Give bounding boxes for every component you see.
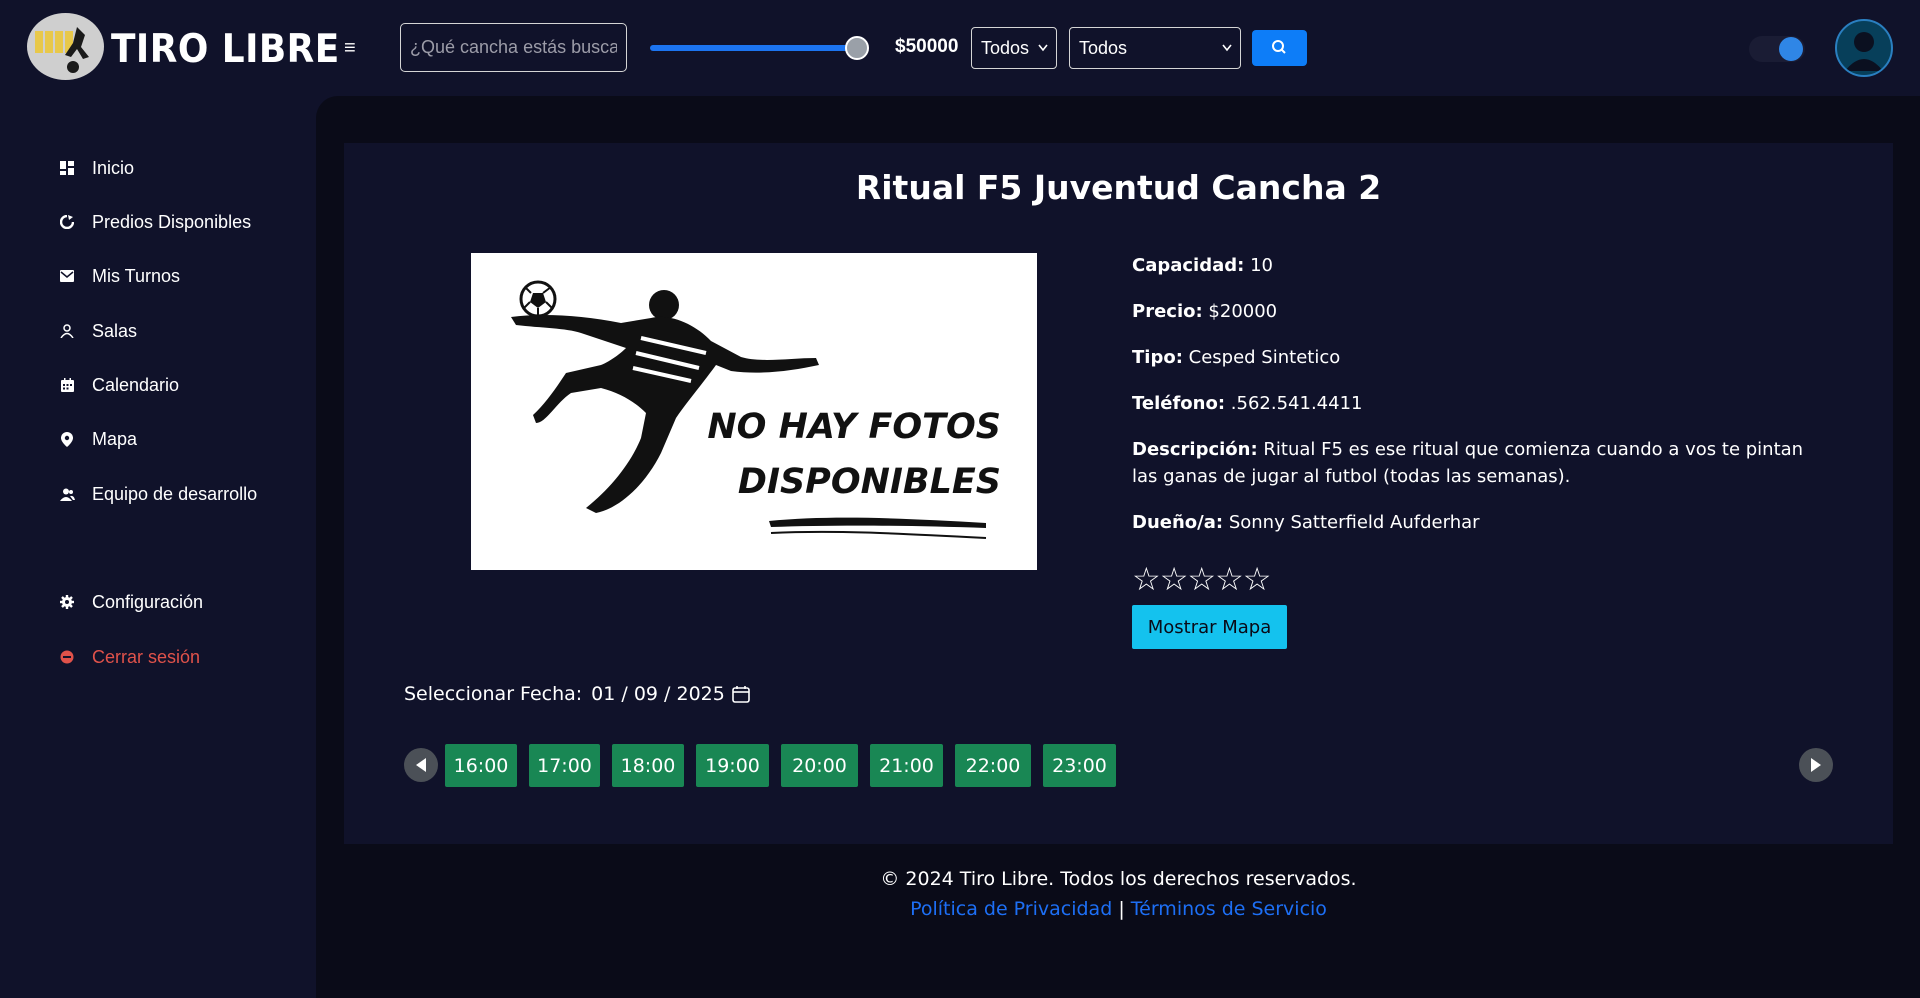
sidebar-item-label: Calendario [92, 374, 180, 395]
prev-slots-button[interactable] [404, 748, 438, 782]
tipo-value: Cesped Sintetico [1188, 347, 1341, 368]
info-capacidad: Capacidad: 10 [1132, 252, 1832, 279]
time-slot[interactable]: 20:00 [781, 744, 858, 787]
time-slot[interactable]: 16:00 [445, 744, 517, 787]
chevron-left-icon [416, 758, 426, 772]
envelope-icon [59, 268, 75, 284]
sidebar-item-label: Predios Disponibles [92, 211, 252, 232]
time-slot[interactable]: 22:00 [955, 744, 1031, 787]
map-pin-icon [59, 431, 75, 447]
rating-stars[interactable]: ☆☆☆☆☆ [1132, 560, 1271, 598]
sidebar-item-label: Cerrar sesión [92, 646, 201, 667]
time-slot[interactable]: 21:00 [870, 744, 943, 787]
info-telefono: Teléfono: .562.541.4411 [1132, 390, 1832, 417]
info-dueno: Dueño/a: Sonny Satterfield Aufderhar [1132, 509, 1832, 536]
dueno-value: Sonny Satterfield Aufderhar [1228, 512, 1480, 533]
page-title: Ritual F5 Juventud Cancha 2 [855, 168, 1382, 207]
info-precio: Precio: $20000 [1132, 298, 1832, 325]
team-icon [59, 486, 75, 502]
time-slot[interactable]: 17:00 [529, 744, 600, 787]
brand-logo[interactable]: TIRO LIBRE [27, 13, 339, 83]
sidebar-item-label: Mapa [92, 428, 138, 449]
chevron-down-icon [1222, 28, 1232, 84]
date-label: Seleccionar Fecha: [404, 683, 583, 705]
telefono-label: Teléfono: [1132, 393, 1226, 414]
time-slot[interactable]: 18:00 [612, 744, 684, 787]
info-tipo: Tipo: Cesped Sintetico [1132, 344, 1832, 371]
footer-links: Política de Privacidad | Términos de Ser… [344, 898, 1893, 920]
footer-copyright: © 2024 Tiro Libre. Todos los derechos re… [880, 868, 1357, 890]
filter-select-1-value: Todos [981, 38, 1030, 58]
next-slots-button[interactable] [1799, 748, 1833, 782]
dashboard-icon [59, 160, 75, 176]
top-bar: TIRO LIBRE ≡ $50000 Todos Todos [0, 0, 1920, 96]
terms-link[interactable]: Términos de Servicio [1131, 898, 1327, 920]
sidebar-item-inicio[interactable]: Inicio [59, 150, 134, 186]
capacidad-label: Capacidad: [1132, 255, 1245, 276]
capacidad-value: 10 [1250, 255, 1273, 276]
date-selector: Seleccionar Fecha: 01 / 09 / 2025 [404, 683, 750, 705]
user-avatar[interactable] [1835, 19, 1893, 77]
privacy-link[interactable]: Política de Privacidad [910, 898, 1112, 920]
time-slot[interactable]: 23:00 [1043, 744, 1116, 787]
theme-toggle-knob [1779, 37, 1803, 61]
sidebar-item-predios[interactable]: Predios Disponibles [59, 204, 251, 240]
search-icon [1272, 40, 1286, 54]
user-icon [1845, 32, 1883, 71]
sidebar-item-label: Equipo de desarrollo [92, 483, 258, 504]
calendar-icon[interactable] [732, 685, 750, 703]
calendar-icon [59, 377, 75, 393]
time-slot[interactable]: 19:00 [696, 744, 769, 787]
person-icon [59, 323, 75, 339]
filter-select-1[interactable]: Todos [971, 27, 1057, 69]
precio-value: $20000 [1208, 301, 1278, 322]
hamburger-icon[interactable]: ≡ [344, 34, 364, 62]
info-descripcion: Descripción: Ritual F5 es ese ritual que… [1132, 436, 1832, 490]
brand-name: TIRO LIBRE [111, 27, 340, 72]
price-slider-thumb[interactable] [845, 36, 869, 60]
precio-label: Precio: [1132, 301, 1203, 322]
sidebar-item-equipo[interactable]: Equipo de desarrollo [59, 476, 257, 512]
price-slider-track[interactable] [650, 45, 856, 51]
court-info: Capacidad: 10 Precio: $20000 Tipo: Cespe… [1132, 252, 1832, 555]
theme-toggle[interactable] [1749, 36, 1805, 62]
footer: © 2024 Tiro Libre. Todos los derechos re… [344, 868, 1893, 920]
filter-select-2-value: Todos [1079, 38, 1128, 58]
search-button[interactable] [1252, 30, 1307, 66]
chevron-right-icon [1811, 758, 1821, 772]
telefono-value: .562.541.4411 [1230, 393, 1363, 414]
sidebar-item-mis-turnos[interactable]: Mis Turnos [59, 258, 180, 294]
search-input[interactable] [400, 23, 627, 72]
gear-icon [59, 594, 75, 610]
show-map-button[interactable]: Mostrar Mapa [1132, 605, 1287, 649]
sidebar-item-configuracion[interactable]: Configuración [59, 584, 203, 620]
no-photos-text-line1: NO HAY FOTOS [707, 407, 1001, 447]
date-input[interactable]: 01 / 09 / 2025 [591, 683, 725, 705]
sidebar-item-mapa[interactable]: Mapa [59, 421, 137, 457]
logo-emblem [27, 13, 104, 80]
tipo-label: Tipo: [1132, 347, 1183, 368]
dueno-label: Dueño/a: [1132, 512, 1224, 533]
filter-select-2[interactable]: Todos [1069, 27, 1241, 69]
chevron-down-icon [1038, 28, 1048, 84]
sidebar-item-logout[interactable]: Cerrar sesión [59, 639, 200, 675]
logout-icon [59, 649, 75, 665]
court-photo-placeholder: NO HAY FOTOS DISPONIBLES [471, 253, 1037, 570]
sidebar-item-label: Inicio [92, 157, 135, 178]
sidebar-item-label: Mis Turnos [92, 265, 181, 286]
no-photos-text-line2: DISPONIBLES [738, 462, 1001, 502]
footer-separator: | [1118, 898, 1125, 920]
sidebar-item-label: Configuración [92, 591, 204, 612]
sidebar-item-calendario[interactable]: Calendario [59, 367, 179, 403]
sidebar-item-label: Salas [92, 320, 138, 341]
sidebar-item-salas[interactable]: Salas [59, 313, 137, 349]
price-value: $50000 [895, 36, 959, 57]
refresh-icon [59, 214, 75, 230]
descripcion-label: Descripción: [1132, 439, 1258, 460]
